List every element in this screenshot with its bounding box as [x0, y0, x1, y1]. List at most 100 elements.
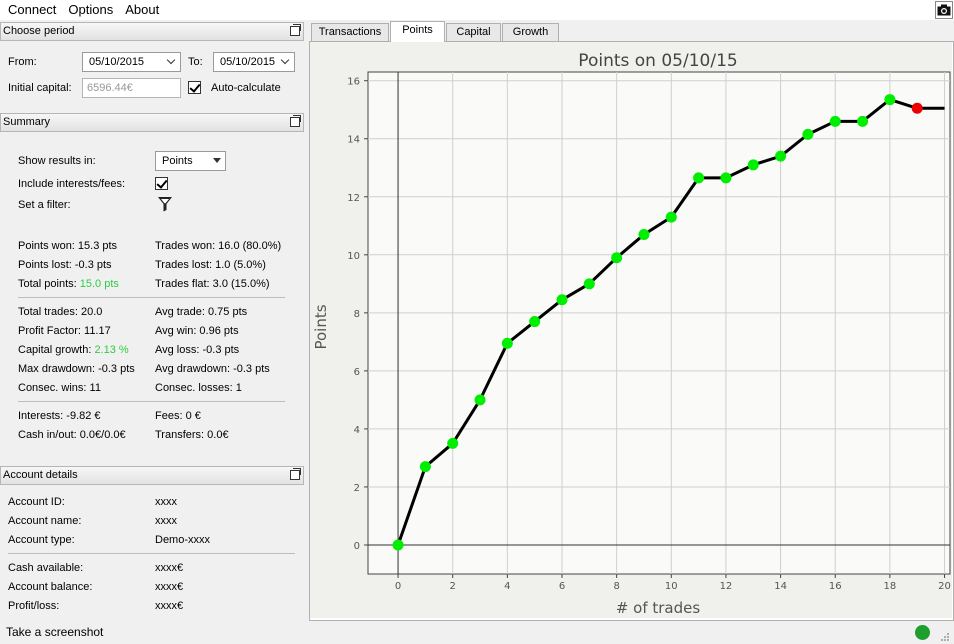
from-date-value: 05/10/2015 [89, 56, 145, 68]
y-tick-label: 10 [347, 251, 360, 262]
y-tick-label: 14 [347, 135, 360, 146]
chevron-down-icon [166, 55, 176, 65]
winning-trade-point [829, 115, 841, 127]
include-interests-checkbox[interactable] [155, 177, 168, 190]
x-tick-label: 8 [613, 581, 619, 592]
auto-calculate-label: Auto-calculate [211, 82, 281, 94]
y-tick-label: 12 [347, 193, 360, 204]
chart-title: Points on 05/10/15 [578, 51, 737, 71]
show-results-label: Show results in: [18, 155, 96, 167]
tab-growth[interactable]: Growth [502, 23, 559, 41]
winning-trade-point [529, 316, 541, 328]
winning-trade-point [747, 159, 759, 171]
trades-won: Trades won: 16.0 (80.0%) [155, 240, 282, 252]
account-id-value: xxxx [155, 496, 177, 508]
divider [8, 553, 295, 554]
avg-trade: Avg trade: 0.75 pts [155, 306, 248, 318]
winning-trade-point [665, 211, 677, 223]
undock-icon[interactable] [290, 24, 301, 36]
y-tick-label: 0 [354, 541, 360, 552]
tab-capital[interactable]: Capital [446, 23, 501, 41]
account-type-value: Demo-xxxx [155, 534, 211, 546]
capital-growth: Capital growth: 2.13 % [18, 344, 129, 356]
cash-available-label: Cash available: [8, 562, 84, 574]
x-tick-label: 12 [720, 581, 733, 592]
profit-loss-value: xxxx€ [155, 600, 184, 612]
auto-calculate-checkbox[interactable] [188, 81, 201, 94]
x-tick-label: 4 [504, 581, 510, 592]
account-details-title: Account details [3, 469, 78, 481]
status-text[interactable]: Take a screenshot [6, 625, 103, 639]
undock-icon[interactable] [290, 115, 301, 127]
avg-loss: Avg loss: -0.3 pts [155, 344, 240, 356]
winning-trade-point [501, 337, 513, 349]
menu-connect[interactable]: Connect [2, 0, 62, 20]
x-tick-label: 14 [774, 581, 787, 592]
winning-trade-point [857, 115, 869, 127]
account-id-label: Account ID: [8, 496, 65, 508]
fees: Fees: 0 € [155, 410, 201, 422]
initial-capital-input[interactable]: 6596.44€ [82, 78, 181, 98]
winning-trade-point [802, 128, 814, 140]
summary-title: Summary [3, 116, 51, 128]
set-filter-label: Set a filter: [18, 199, 71, 211]
to-date-picker[interactable]: 05/10/2015 [213, 52, 295, 72]
account-name-value: xxxx [155, 515, 177, 527]
points-lost: Points lost: -0.3 pts [18, 259, 112, 271]
capital-growth-value: 2.13 % [94, 344, 129, 356]
trades-flat: Trades flat: 3.0 (15.0%) [155, 278, 270, 290]
max-drawdown: Max drawdown: -0.3 pts [18, 363, 135, 375]
x-axis-label: # of trades [616, 599, 701, 617]
show-results-value: Points [162, 155, 193, 167]
winning-trade-point [474, 394, 486, 406]
x-tick-label: 6 [559, 581, 565, 592]
menu-bar: Connect Options About [0, 0, 954, 20]
filter-icon[interactable] [157, 196, 173, 212]
winning-trade-point [638, 228, 650, 240]
to-date-value: 05/10/2015 [220, 56, 276, 68]
x-tick-label: 0 [395, 581, 401, 592]
interests: Interests: -9.82 € [18, 410, 101, 422]
x-tick-label: 16 [829, 581, 842, 592]
summary-header: Summary [0, 113, 304, 132]
cash-in-out: Cash in/out: 0.0€/0.0€ [18, 429, 126, 441]
x-tick-label: 18 [884, 581, 897, 592]
include-interests-label: Include interests/fees: [18, 178, 126, 190]
y-tick-label: 4 [354, 425, 360, 436]
winning-trade-point [611, 252, 623, 264]
menu-options[interactable]: Options [62, 0, 119, 20]
points-chart: Points on 05/10/15 0 2 4 6 8 10 12 14 16 18 20 0 2 4 6… [310, 42, 952, 618]
avg-win: Avg win: 0.96 pts [155, 325, 239, 337]
to-label: To: [188, 56, 203, 68]
dropdown-arrow-icon [213, 158, 221, 163]
undock-icon[interactable] [290, 468, 301, 480]
divider [18, 401, 285, 402]
from-date-picker[interactable]: 05/10/2015 [82, 52, 181, 72]
account-balance-label: Account balance: [8, 581, 93, 593]
from-label: From: [8, 56, 37, 68]
avg-drawdown: Avg drawdown: -0.3 pts [155, 363, 270, 375]
plot-area [367, 71, 951, 575]
y-tick-label: 6 [354, 367, 360, 378]
tab-transactions[interactable]: Transactions [311, 23, 389, 41]
trades-lost: Trades lost: 1.0 (5.0%) [155, 259, 266, 271]
consec-losses: Consec. losses: 1 [155, 382, 242, 394]
screenshot-button[interactable] [935, 1, 953, 19]
show-results-select[interactable]: Points [155, 151, 226, 171]
total-points: Total points: 15.0 pts [18, 278, 119, 290]
cash-available-value: xxxx€ [155, 562, 184, 574]
losing-trade-point [911, 102, 923, 114]
divider [18, 297, 285, 298]
resize-grip-icon[interactable] [940, 632, 950, 642]
choose-period-header: Choose period [0, 22, 304, 41]
account-name-label: Account name: [8, 515, 82, 527]
account-balance-value: xxxx€ [155, 581, 184, 593]
account-details-header: Account details [0, 466, 304, 485]
points-won: Points won: 15.3 pts [18, 240, 118, 252]
tab-points[interactable]: Points [390, 21, 445, 42]
winning-trade-point [392, 539, 404, 551]
x-tick-label: 20 [938, 581, 951, 592]
menu-about[interactable]: About [119, 0, 165, 20]
winning-trade-point [447, 437, 459, 449]
x-tick-label: 2 [450, 581, 456, 592]
